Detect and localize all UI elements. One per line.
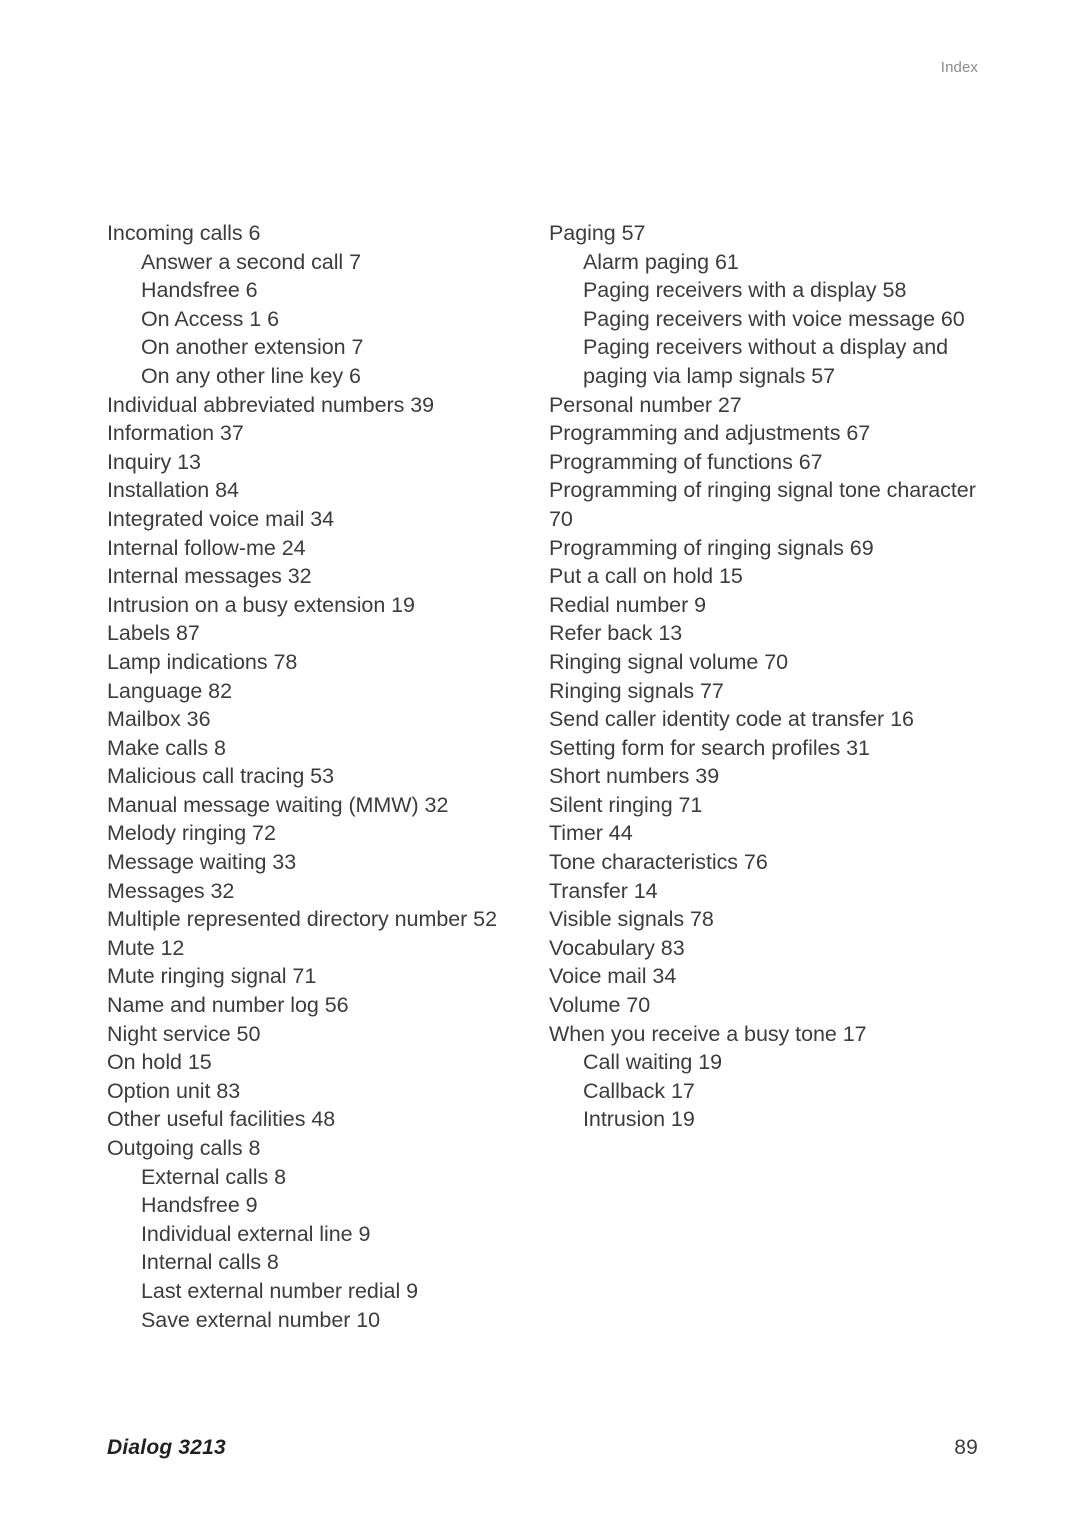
index-entry: Callback 17 [583, 1078, 695, 1103]
index-entry: Integrated voice mail 34 [107, 506, 335, 531]
index-entry: Silent ringing 71 [549, 792, 703, 817]
index-entry: Short numbers 39 [549, 764, 720, 789]
index-entry: Programming of ringing signal tone chara… [549, 478, 982, 531]
index-entry: Handsfree 9 [141, 1193, 258, 1218]
index-entry: Lamp indications 78 [107, 649, 298, 674]
index-entry: Messages 32 [107, 878, 235, 903]
index-entry: Internal messages 32 [107, 564, 312, 589]
index-entry: Paging receivers with a display 58 [583, 278, 907, 303]
index-entry: Volume 70 [549, 993, 651, 1018]
index-entry: Alarm paging 61 [583, 249, 739, 274]
page-footer: Dialog 3213 89 [107, 1436, 978, 1460]
footer-document-title: Dialog 3213 [107, 1436, 226, 1459]
index-entry: Paging receivers without a display and p… [583, 335, 954, 388]
index-entry: Internal follow-me 24 [107, 535, 306, 560]
index-entry: Message waiting 33 [107, 850, 297, 875]
index-page: Index Incoming calls 6 Answer a second ca… [0, 0, 1080, 1533]
index-entry: Melody ringing 72 [107, 821, 276, 846]
index-entry: Make calls 8 [107, 735, 226, 760]
index-entry: Paging 57 [549, 221, 646, 245]
index-entry: Paging receivers with voice message 60 [583, 306, 965, 331]
index-entry: Intrusion on a busy extension 19 [107, 592, 415, 617]
index-entry: Installation 84 [107, 478, 239, 503]
index-entry: Save external number 10 [141, 1307, 381, 1332]
index-entry: Outgoing calls 8 [107, 1136, 261, 1160]
index-entry: Individual abbreviated numbers 39 [107, 392, 435, 417]
index-two-column-body: Incoming calls 6 Answer a second call 7 Ha… [0, 219, 1080, 1334]
index-entry: Send caller identity code at transfer 16 [549, 707, 914, 732]
index-entry: Information 37 [107, 421, 244, 446]
index-entry: Mute 12 [107, 935, 185, 960]
index-entry: On hold 15 [107, 1050, 212, 1075]
index-entry: Programming and adjustments 67 [549, 421, 871, 446]
index-entry: External calls 8 [141, 1164, 286, 1189]
index-entry: Put a call on hold 15 [549, 564, 743, 589]
index-list-left: Incoming calls 6 Answer a second call 7 Ha… [107, 219, 548, 1334]
index-entry: Name and number log 56 [107, 993, 349, 1018]
index-entry: Malicious call tracing 53 [107, 764, 334, 789]
index-entry: Inquiry 13 [107, 449, 201, 474]
index-entry: Language 82 [107, 678, 232, 703]
index-entry: Handsfree 6 [141, 278, 258, 303]
index-entry: Night service 50 [107, 1021, 261, 1046]
index-entry: Timer 44 [549, 821, 633, 846]
running-header-index: Index [940, 59, 978, 76]
index-entry: Mailbox 36 [107, 707, 211, 732]
index-entry: Intrusion 19 [583, 1107, 695, 1132]
index-entry: Redial number 9 [549, 592, 707, 617]
index-entry: On Access 1 6 [141, 306, 279, 331]
index-column-left: Incoming calls 6 Answer a second call 7 Ha… [107, 219, 548, 1334]
index-entry: Incoming calls 6 [107, 221, 261, 245]
index-entry: On another extension 7 [141, 335, 364, 360]
index-entry: Individual external line 9 [141, 1221, 371, 1246]
index-entry: Vocabulary 83 [549, 935, 685, 960]
index-entry: Call waiting 19 [583, 1050, 723, 1075]
footer-page-number: 89 [954, 1436, 978, 1459]
index-entry: Personal number 27 [549, 392, 742, 417]
index-entry: On any other line key 6 [141, 363, 361, 388]
index-entry: When you receive a busy tone 17 [549, 1021, 867, 1046]
index-entry: Setting form for search profiles 31 [549, 735, 870, 760]
index-entry: Ringing signals 77 [549, 678, 724, 703]
index-entry: Answer a second call 7 [141, 249, 361, 274]
index-entry: Other useful facilities 48 [107, 1107, 336, 1132]
index-entry: Internal calls 8 [141, 1250, 279, 1275]
index-entry: Programming of functions 67 [549, 449, 823, 474]
index-list-right: Paging 57 Alarm paging 61 Paging receivers… [549, 219, 990, 1134]
index-entry: Visible signals 78 [549, 907, 714, 932]
index-column-right: Paging 57 Alarm paging 61 Paging receivers… [549, 219, 990, 1134]
index-entry: Option unit 83 [107, 1078, 241, 1103]
index-entry: Transfer 14 [549, 878, 658, 903]
index-entry: Mute ringing signal 71 [107, 964, 317, 989]
index-entry: Programming of ringing signals 69 [549, 535, 874, 560]
index-entry: Tone characteristics 76 [549, 850, 768, 875]
index-entry: Last external number redial 9 [141, 1278, 419, 1303]
index-entry: Multiple represented directory number 52 [107, 907, 497, 932]
index-entry: Manual message waiting (MMW) 32 [107, 792, 449, 817]
index-entry: Refer back 13 [549, 621, 683, 646]
index-entry: Voice mail 34 [549, 964, 677, 989]
index-entry: Ringing signal volume 70 [549, 649, 789, 674]
index-entry: Labels 87 [107, 621, 200, 646]
